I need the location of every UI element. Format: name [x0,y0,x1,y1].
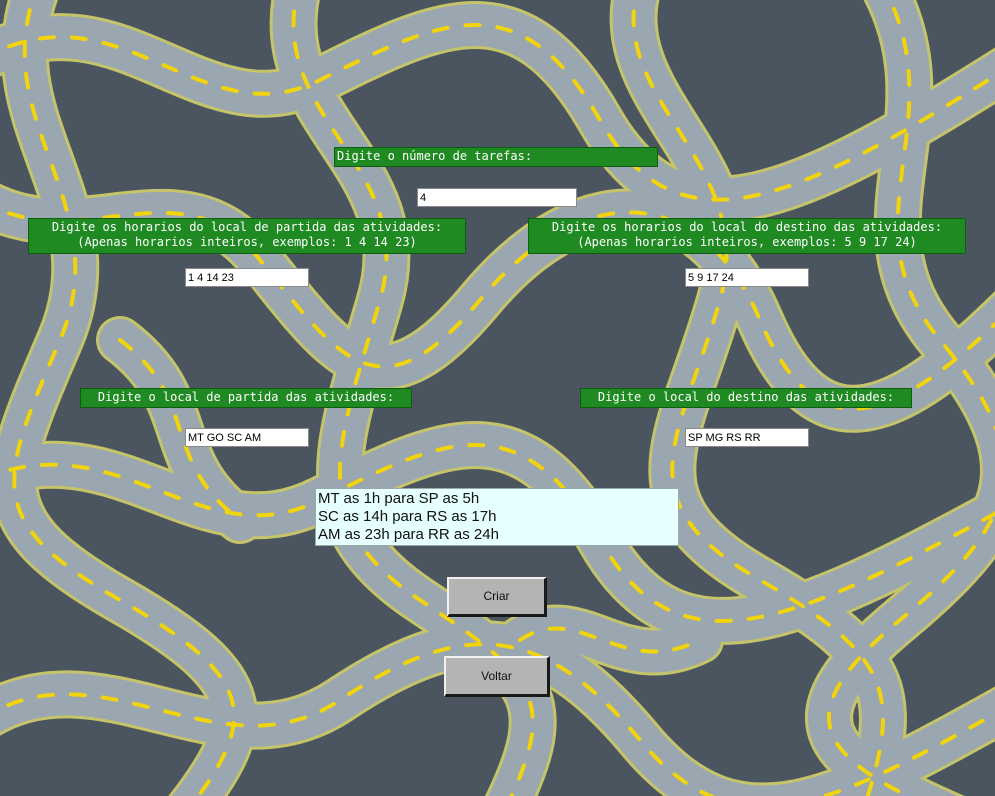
end-times-input[interactable] [685,268,809,287]
result-line: AM as 23h para RR as 24h [318,526,499,543]
create-button[interactable]: Criar [447,577,547,617]
start-places-input[interactable] [185,428,309,447]
num-tasks-input[interactable] [417,188,577,207]
end-times-label: Digite os horarios do local do destino d… [528,218,966,254]
result-output-box: MT as 1h para SP as 5h SC as 14h para RS… [315,488,679,546]
result-line: SC as 14h para RS as 17h [318,508,497,525]
start-times-label: Digite os horarios do local de partida d… [28,218,466,254]
result-line: MT as 1h para SP as 5h [318,490,480,507]
end-places-input[interactable] [685,428,809,447]
back-button[interactable]: Voltar [444,656,550,697]
start-places-label: Digite o local de partida das atividades… [80,388,412,408]
end-places-label: Digite o local do destino das atividades… [580,388,912,408]
num-tasks-label: Digite o número de tarefas: [334,147,658,167]
start-times-input[interactable] [185,268,309,287]
